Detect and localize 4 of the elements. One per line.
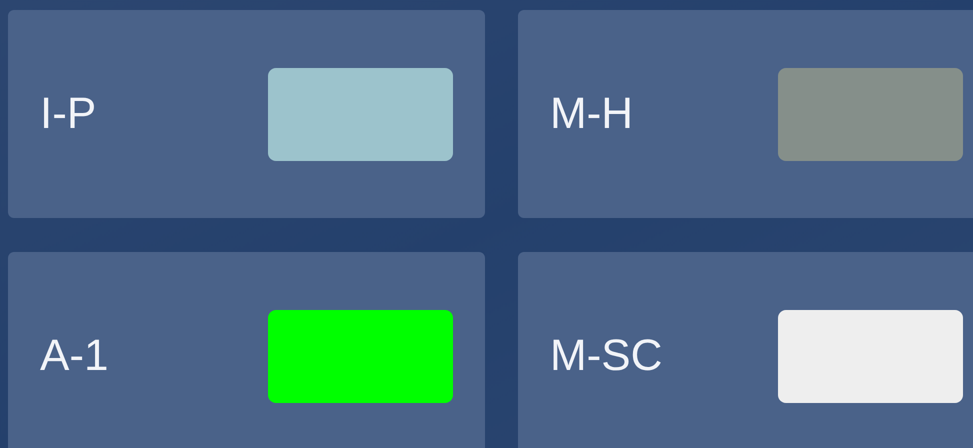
card-label: A-1 (40, 330, 110, 382)
card-label: I-P (40, 88, 98, 140)
card-label: M-H (550, 88, 634, 140)
card-label: M-SC (550, 330, 664, 382)
